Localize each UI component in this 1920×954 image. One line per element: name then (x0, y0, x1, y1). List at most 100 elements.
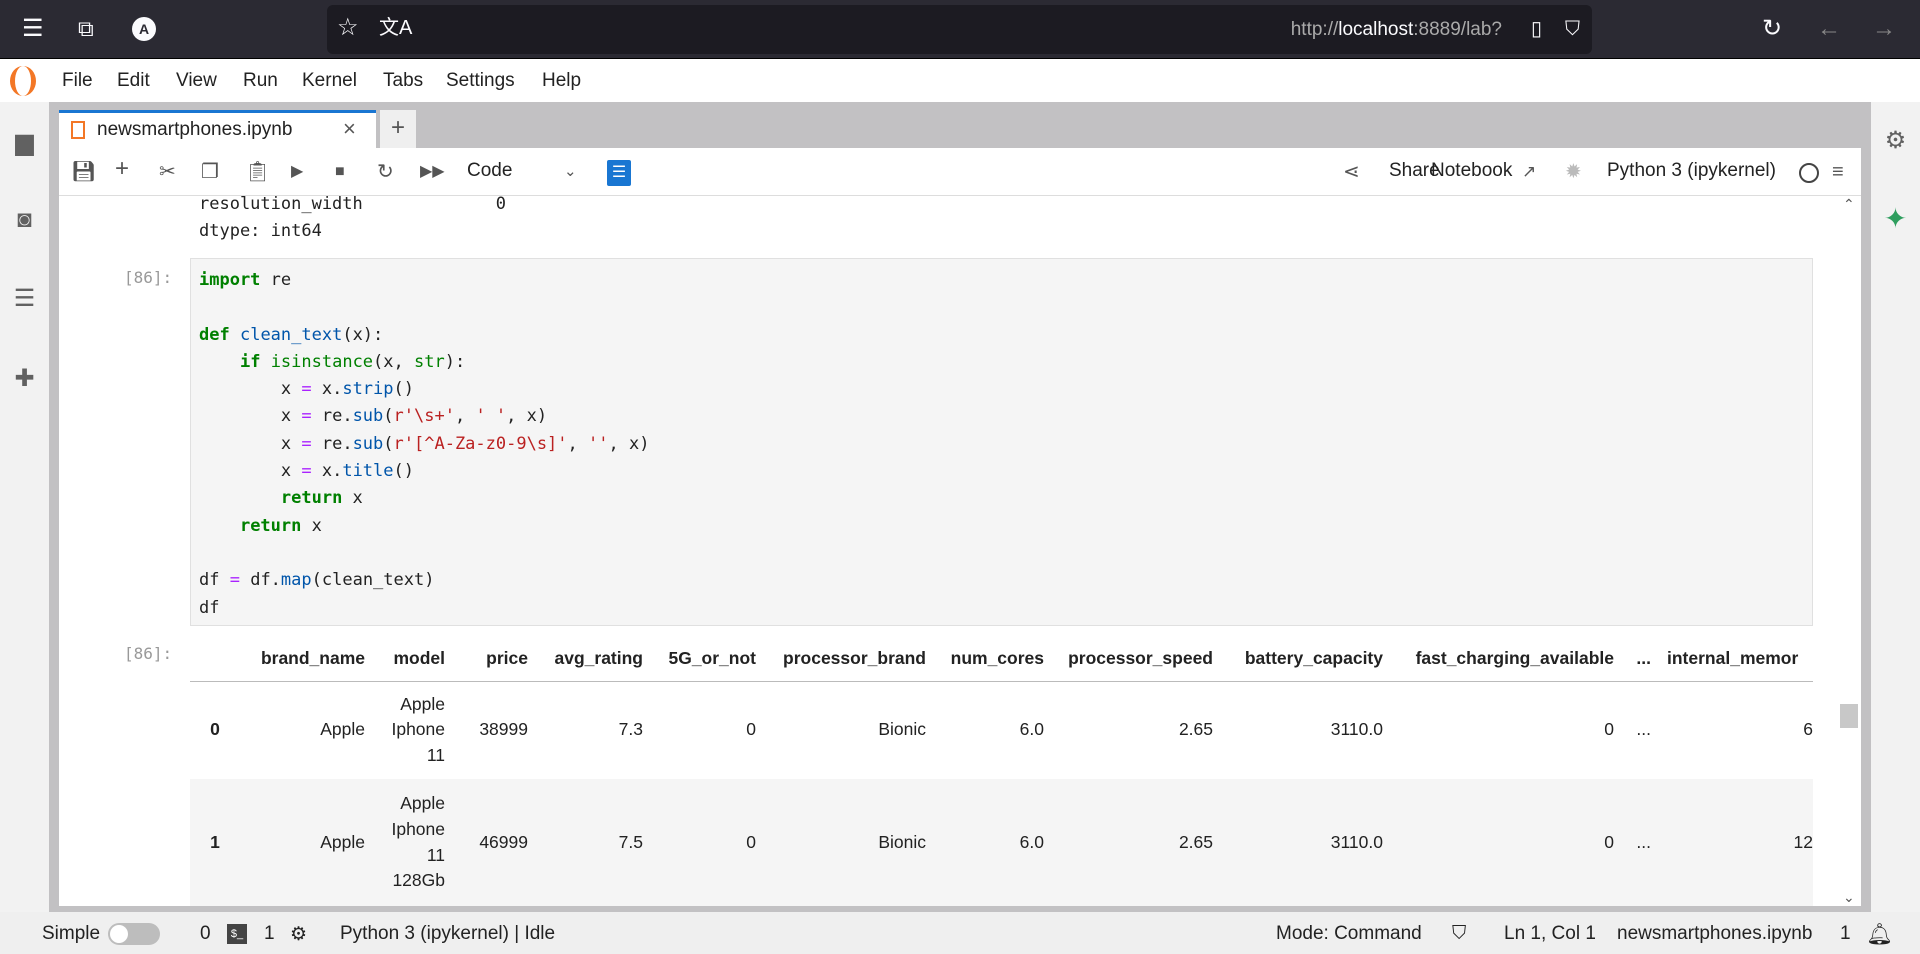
column-header: model (373, 636, 453, 682)
extensions-icon[interactable]: ✚ (10, 364, 39, 393)
tab-title[interactable]: newsmartphones.ipynb (97, 119, 292, 141)
cell-ellipsis: ... (1636, 719, 1651, 740)
run-icon[interactable]: ▶ (291, 159, 303, 185)
cell-processor-speed: 2.65 (1178, 719, 1213, 740)
cell-avg-rating: 7.5 (536, 779, 651, 906)
cell-processor-brand: Bionic (764, 779, 934, 906)
star-icon[interactable]: ☆ (337, 13, 359, 43)
cell-fast-charging: 0 (1604, 719, 1614, 740)
cut-icon[interactable]: ✂ (159, 159, 176, 185)
column-header: internal_memor (1659, 636, 1813, 682)
url-text[interactable]: http://localhost:8889/lab? (1291, 19, 1502, 41)
bell-icon[interactable]: 🔔︎ (1866, 923, 1893, 947)
browser-toolbar: ☰ ⧉ A ☆ 文A http://localhost:8889/lab? ▯ … (0, 0, 1920, 59)
menu-view[interactable]: View (176, 70, 217, 92)
restart-icon[interactable]: ↻ (377, 159, 394, 185)
address-bar[interactable]: ☆ 文A http://localhost:8889/lab? ▯ ⛉ (327, 5, 1592, 54)
running-icon[interactable]: ◙ (10, 206, 39, 235)
folder-icon[interactable]: ▆ (10, 128, 39, 157)
menu-icon[interactable]: ☰ (22, 14, 44, 44)
notification-count[interactable]: 1 (1840, 923, 1851, 945)
fast-forward-icon[interactable]: ▶▶ (420, 159, 445, 185)
notebook-toolbar: 💾︎ + ✂ ❐ 📋︎ ▶ ■ ↻ ▶▶ Code ⌄ ☰ ⋖ Share No… (59, 148, 1861, 196)
copy-icon[interactable]: ❐ (201, 159, 219, 185)
save-icon[interactable]: 💾︎ (71, 159, 96, 185)
menu-bar: File Edit View Run Kernel Tabs Settings … (0, 59, 1920, 102)
column-header: ... (1622, 636, 1659, 682)
share-icon[interactable]: ⋖ (1343, 159, 1360, 185)
table-header-row: brand_name model price avg_rating 5G_or_… (190, 636, 1813, 682)
table-row: 1 Apple Apple Iphone 11 128Gb 46999 7.5 … (190, 779, 1813, 906)
extension-icon[interactable]: ⧉ (78, 14, 94, 44)
account-icon[interactable]: A (132, 17, 156, 41)
translate-icon[interactable]: 文A (379, 13, 412, 43)
cell-fast-charging: 0 (1391, 779, 1622, 906)
shield-check-icon[interactable]: ⛉ (1452, 923, 1466, 945)
cell-model: Apple Iphone 11 128Gb (373, 779, 453, 906)
scroll-down-icon[interactable]: ⌄ (1843, 889, 1855, 906)
cell-internal-memory: 12 (1659, 779, 1813, 906)
column-header: fast_charging_available (1391, 636, 1622, 682)
menu-kernel[interactable]: Kernel (302, 70, 357, 92)
cell-type-select[interactable]: Code (467, 160, 512, 182)
tab-notebook[interactable]: newsmartphones.ipynb × (59, 110, 376, 148)
menu-edit[interactable]: Edit (117, 70, 150, 92)
shield-icon[interactable]: ⛉ (1565, 14, 1580, 44)
menu-settings[interactable]: Settings (446, 70, 515, 92)
cell-brand-name: Apple (240, 779, 373, 906)
back-icon[interactable]: ← (1817, 14, 1841, 44)
mode-indicator: Mode: Command (1276, 923, 1422, 944)
column-header (190, 636, 240, 682)
scroll-up-icon[interactable]: ⌃ (1843, 196, 1855, 213)
new-tab-button[interactable]: + (380, 110, 416, 148)
external-link-icon[interactable]: ↗ (1522, 159, 1536, 185)
chevron-down-icon[interactable]: ⌄ (564, 159, 577, 185)
cell-5g: 0 (746, 719, 756, 740)
cell-ellipsis: ... (1622, 779, 1659, 906)
kernel-status-icon (1799, 163, 1819, 183)
forward-icon[interactable]: → (1872, 14, 1896, 44)
ai-sparkle-icon[interactable]: ✦ (1881, 202, 1910, 234)
notebook-icon (71, 121, 85, 139)
code-cell-editor[interactable]: import re def clean_text(x): if isinstan… (190, 258, 1813, 626)
debugger-icon[interactable]: ✹ (1565, 159, 1582, 185)
scrollbar-thumb[interactable] (1840, 704, 1858, 728)
column-header: num_cores (934, 636, 1052, 682)
kernel-count[interactable]: 1 (264, 923, 275, 945)
output-prompt: [86]: (124, 644, 173, 663)
column-header: brand_name (240, 636, 373, 682)
cursor-position[interactable]: Ln 1, Col 1 (1504, 923, 1596, 945)
input-prompt: [86]: (124, 268, 173, 287)
row-index: 0 (210, 719, 220, 740)
insert-cell-icon[interactable]: + (115, 156, 129, 182)
page-icon[interactable]: ▯ (1531, 14, 1542, 44)
column-header: processor_brand (764, 636, 934, 682)
notebook-scrollbar[interactable]: ⌃ ⌄ (1837, 196, 1861, 906)
reload-icon[interactable]: ↻ (1762, 14, 1782, 44)
property-inspector-icon[interactable]: ⚙ (1881, 126, 1910, 155)
cell-internal-memory: 6 (1803, 719, 1813, 740)
stop-icon[interactable]: ■ (335, 159, 345, 185)
simple-mode-toggle[interactable] (108, 923, 160, 945)
cell-price: 46999 (453, 779, 536, 906)
close-tab-icon[interactable]: × (343, 116, 356, 142)
column-header: price (453, 636, 536, 682)
menu-run[interactable]: Run (243, 70, 278, 92)
kernel-name-button[interactable]: Python 3 (ipykernel) (1607, 160, 1776, 182)
dataframe-output: brand_name model price avg_rating 5G_or_… (190, 636, 1813, 906)
terminal-icon[interactable]: $_ (227, 924, 247, 944)
terminal-count[interactable]: 0 (200, 923, 211, 945)
menu-help[interactable]: Help (542, 70, 581, 92)
code-text[interactable]: import re def clean_text(x): if isinstan… (199, 267, 1812, 622)
kernel-status[interactable]: Python 3 (ipykernel) | Idle (340, 923, 555, 945)
menu-tabs[interactable]: Tabs (383, 70, 423, 92)
toc-icon[interactable]: ☰ (10, 284, 39, 313)
menu-icon[interactable]: ≡ (1832, 159, 1844, 185)
notebook-button[interactable]: Notebook (1431, 160, 1512, 182)
menu-file[interactable]: File (62, 70, 93, 92)
paste-icon[interactable]: 📋︎ (245, 159, 270, 185)
kernel-icon[interactable]: ⚙ (290, 923, 307, 946)
column-header: battery_capacity (1221, 636, 1391, 682)
cell-battery: 3110.0 (1221, 779, 1391, 906)
property-inspector-button[interactable]: ☰ (607, 160, 631, 186)
